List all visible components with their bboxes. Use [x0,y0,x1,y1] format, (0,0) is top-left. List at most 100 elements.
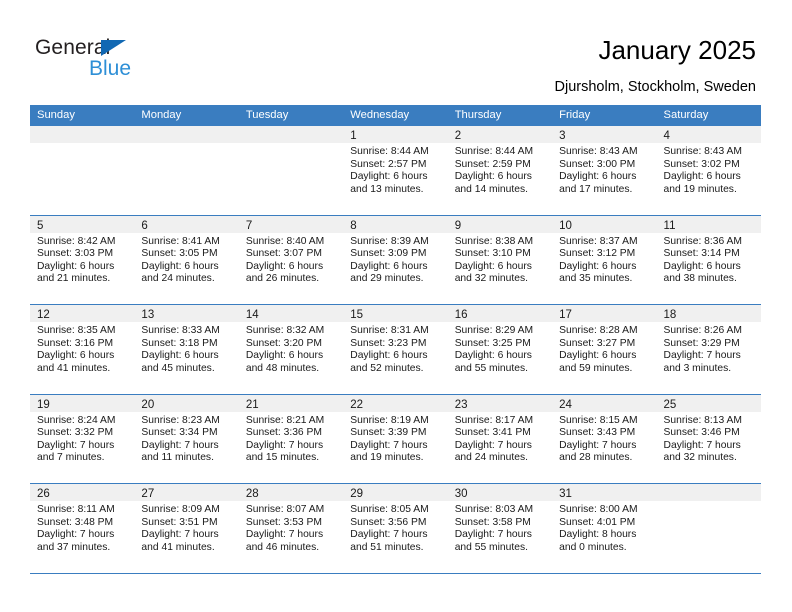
daylight-text: Daylight: 6 hours [37,260,115,272]
sunset-text: Sunset: 3:46 PM [663,427,740,439]
day-number: 29 [350,488,364,500]
day-cell[interactable]: 22 Sunrise: 8:19 AM Sunset: 3:39 PM Dayligh… [343,394,448,483]
daylight-text: and 17 minutes. [559,183,633,195]
day-number: 5 [37,219,44,232]
day-cell[interactable]: 18 Sunrise: 8:26 AM Sunset: 3:29 PM Dayligh… [656,305,761,394]
day-cell[interactable]: 2 Sunrise: 8:44 AM Sunset: 2:59 PM Daylight… [447,126,553,215]
day-info: Sunrise: 8:40 AM Sunset: 3:07 PM Daylight:… [239,233,343,286]
day-cell[interactable]: 4 Sunrise: 8:43 AM Sunset: 3:02 PM Daylight… [656,126,761,215]
sunrise-text: Sunrise: 8:13 AM [663,414,742,426]
daylight-text: Daylight: 6 hours [350,350,428,362]
daylight-text: and 35 minutes. [559,273,633,285]
daylight-text: and 19 minutes. [350,452,424,464]
weekday-header-saturday: Saturday [663,109,709,121]
daylight-text: and 46 minutes. [245,541,320,553]
day-cell[interactable]: 16 Sunrise: 8:29 AM Sunset: 3:25 PM Dayligh… [447,305,553,394]
day-number: 8 [350,219,357,232]
daylight-text: Daylight: 7 hours [141,529,219,541]
day-number-band: 16 [447,305,553,322]
daylight-text: and 32 minutes. [454,273,528,285]
daylight-text: and 32 minutes. [663,452,737,464]
daylight-text: and 14 minutes. [454,183,528,195]
daylight-text: Daylight: 6 hours [559,260,637,272]
day-cell[interactable]: 29 Sunrise: 8:05 AM Sunset: 3:56 PM Dayligh… [343,484,448,573]
day-cell[interactable]: 12 Sunrise: 8:35 AM Sunset: 3:16 PM Dayligh… [30,305,135,394]
day-cell[interactable]: 5 Sunrise: 8:42 AM Sunset: 3:03 PM Daylight… [30,215,135,304]
day-number-band: 5 [30,215,135,233]
day-cell-empty[interactable] [238,126,344,215]
sunset-text: Sunset: 3:29 PM [663,337,740,349]
day-cell[interactable]: 11 Sunrise: 8:36 AM Sunset: 3:14 PM Dayligh… [656,215,761,304]
sunset-text: Sunset: 3:02 PM [663,158,740,170]
daylight-text: and 55 minutes. [454,362,528,374]
sunset-text: Sunset: 3:05 PM [141,248,218,260]
sunrise-text: Sunrise: 8:26 AM [663,325,742,336]
day-cell[interactable]: 10 Sunrise: 8:37 AM Sunset: 3:12 PM Dayligh… [552,215,657,304]
day-info: Sunrise: 8:29 AM Sunset: 3:25 PM Daylight:… [448,322,552,375]
day-number: 13 [141,309,155,321]
sunset-text: Sunset: 3:23 PM [350,337,427,349]
sunset-text: Sunset: 3:43 PM [559,427,636,439]
day-number-band: 3 [552,126,657,143]
day-cell[interactable]: 17 Sunrise: 8:28 AM Sunset: 3:27 PM Dayligh… [552,305,657,394]
day-cell[interactable]: 19 Sunrise: 8:24 AM Sunset: 3:32 PM Dayligh… [30,394,135,483]
day-number-band: 8 [343,215,448,233]
day-cell[interactable]: 21 Sunrise: 8:21 AM Sunset: 3:36 PM Dayligh… [238,394,344,483]
day-number-band: 26 [30,484,135,501]
day-number: 21 [245,398,259,411]
day-number-band [238,126,344,143]
day-cell[interactable]: 31 Sunrise: 8:00 AM Sunset: 4:01 PM Dayligh… [552,484,657,573]
day-number: 4 [663,130,670,142]
daylight-text: and 0 minutes. [559,541,627,553]
day-cell[interactable]: 6 Sunrise: 8:41 AM Sunset: 3:05 PM Daylight… [134,215,239,304]
day-cell-empty[interactable] [656,484,761,573]
sunrise-text: Sunrise: 8:38 AM [454,235,534,247]
day-cell[interactable]: 27 Sunrise: 8:09 AM Sunset: 3:51 PM Dayligh… [134,484,239,573]
sunset-text: Sunset: 4:01 PM [559,516,636,528]
day-cell[interactable]: 8 Sunrise: 8:39 AM Sunset: 3:09 PM Daylight… [343,215,448,304]
daylight-text: and 41 minutes. [141,541,215,553]
sunrise-text: Sunrise: 8:28 AM [559,325,638,336]
sunset-text: Sunset: 2:59 PM [454,158,531,170]
daylight-text: and 7 minutes. [37,452,105,464]
daylight-text: Daylight: 8 hours [559,529,637,541]
daylight-text: Daylight: 7 hours [559,439,637,451]
weekday-header-tuesday: Tuesday [245,109,289,121]
day-cell[interactable]: 3 Sunrise: 8:43 AM Sunset: 3:00 PM Daylight… [552,126,657,215]
day-cell[interactable]: 15 Sunrise: 8:31 AM Sunset: 3:23 PM Dayligh… [343,305,448,394]
daylight-text: Daylight: 7 hours [37,439,115,451]
sunrise-text: Sunrise: 8:03 AM [454,504,534,515]
day-cell[interactable]: 24 Sunrise: 8:15 AM Sunset: 3:43 PM Dayligh… [552,394,657,483]
day-cell[interactable]: 7 Sunrise: 8:40 AM Sunset: 3:07 PM Daylight… [238,215,344,304]
sunrise-text: Sunrise: 8:41 AM [141,235,220,247]
sunrise-text: Sunrise: 8:43 AM [663,146,742,157]
day-cell[interactable]: 13 Sunrise: 8:33 AM Sunset: 3:18 PM Dayligh… [134,305,239,394]
daylight-text: and 37 minutes. [37,541,111,553]
day-cell[interactable]: 20 Sunrise: 8:23 AM Sunset: 3:34 PM Dayligh… [134,394,239,483]
day-cell[interactable]: 26 Sunrise: 8:11 AM Sunset: 3:48 PM Dayligh… [30,484,135,573]
day-info: Sunrise: 8:09 AM Sunset: 3:51 PM Daylight:… [134,501,238,554]
day-cell[interactable]: 14 Sunrise: 8:32 AM Sunset: 3:20 PM Dayligh… [238,305,344,394]
day-number-band: 31 [552,484,657,501]
weekday-header-friday: Friday [559,109,591,121]
day-cell[interactable]: 28 Sunrise: 8:07 AM Sunset: 3:53 PM Dayligh… [238,484,344,573]
day-info: Sunrise: 8:23 AM Sunset: 3:34 PM Daylight:… [134,412,238,465]
day-number-band [134,126,239,143]
daylight-text: and 41 minutes. [37,362,111,374]
day-cell[interactable]: 30 Sunrise: 8:03 AM Sunset: 3:58 PM Dayligh… [447,484,553,573]
sunrise-text: Sunrise: 8:36 AM [663,235,742,247]
day-cell-empty[interactable] [134,126,239,215]
daylight-text: and 45 minutes. [141,362,215,374]
day-cell[interactable]: 1 Sunrise: 8:44 AM Sunset: 2:57 PM Daylight… [343,126,448,215]
day-number-band: 13 [134,305,239,322]
day-info [134,143,238,146]
day-cell-empty[interactable] [30,126,135,215]
day-number: 2 [454,130,462,142]
daylight-text: and 21 minutes. [37,273,111,285]
day-cell[interactable]: 25 Sunrise: 8:13 AM Sunset: 3:46 PM Dayligh… [656,394,761,483]
day-cell[interactable]: 9 Sunrise: 8:38 AM Sunset: 3:10 PM Daylight… [447,215,553,304]
day-number-band: 30 [447,484,553,501]
day-cell[interactable]: 23 Sunrise: 8:17 AM Sunset: 3:41 PM Dayligh… [447,394,553,483]
sunset-text: Sunset: 3:53 PM [245,516,322,528]
day-number-band: 4 [656,126,761,143]
